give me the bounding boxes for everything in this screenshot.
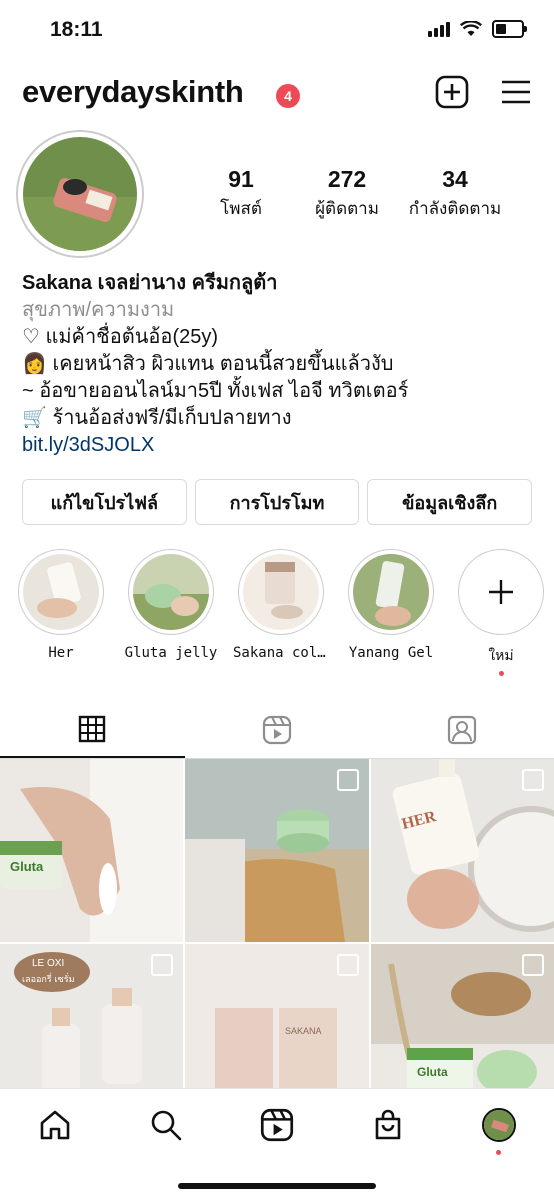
promotions-button[interactable]: การโปรโมท — [194, 479, 360, 525]
stat-following-count: 34 — [442, 166, 468, 192]
grid-icon — [79, 715, 106, 743]
profile-header: everydayskinth 4 — [0, 60, 554, 130]
bio-line: 👩 เคยหน้าสิว ผิวแทน ตอนนี้สวยขึ้นแล้วงับ — [22, 353, 394, 375]
posts-grid: Gluta HER LE OXI เลออกรี่ เซรั่ม SAKANA … — [0, 759, 554, 1127]
notification-badge[interactable]: 4 — [276, 84, 300, 108]
stat-followers-label: ผู้ติดตาม — [315, 199, 379, 218]
highlight-her[interactable]: Her — [18, 549, 104, 676]
highlight-gluta-jelly[interactable]: Gluta jelly — [125, 549, 217, 676]
multi-post-icon — [337, 769, 359, 791]
profile-category: สุขภาพ/ความงาม — [22, 299, 175, 321]
highlight-yanang-cover — [353, 554, 429, 630]
post-thumbnail[interactable] — [185, 759, 369, 942]
nav-profile[interactable] — [479, 1105, 519, 1155]
profile-notification-dot — [495, 1150, 501, 1155]
avatar-photo — [23, 137, 137, 251]
post-thumbnail[interactable]: HER — [371, 759, 554, 942]
multi-post-icon — [151, 954, 173, 976]
reels-icon — [260, 1108, 294, 1142]
highlight-sakana-cover — [243, 554, 319, 630]
highlight-label: ใหม่ — [488, 647, 514, 663]
profile-actions: แก้ไขโปรไฟล์ การโปรโมท ข้อมูลเชิงลึก — [0, 479, 554, 525]
highlight-gluta-jelly-cover — [133, 554, 209, 630]
nav-reels[interactable] — [257, 1105, 297, 1145]
nav-search[interactable] — [146, 1105, 186, 1145]
post-thumbnail[interactable]: Gluta — [0, 759, 183, 942]
insights-button[interactable]: ข้อมูลเชิงลึก — [367, 479, 533, 525]
tab-reels[interactable] — [185, 702, 370, 758]
shopping-bag-icon — [375, 1109, 401, 1140]
signal-icon — [428, 21, 450, 37]
bio-link[interactable]: bit.ly/3dSJOLX — [22, 432, 532, 459]
profile-summary: 91 โพสต์ 272 ผู้ติดตาม 34 กำลังติดตาม — [0, 130, 554, 270]
stat-followers[interactable]: 272 ผู้ติดตาม — [302, 166, 392, 222]
highlight-her-cover — [23, 554, 99, 630]
story-highlights: Her Gluta jelly Sakana colla... Yanang G… — [0, 549, 554, 676]
status-time: 18:11 — [50, 18, 103, 41]
multi-post-icon — [337, 954, 359, 976]
bio-line: ♡ แม่ค้าชื่อต้นอ้อ(25y) — [22, 326, 219, 348]
post-brand-label: Gluta — [10, 859, 44, 874]
post-caption-line: LE OXI — [32, 958, 64, 969]
nav-shop[interactable] — [368, 1105, 408, 1145]
status-bar: 18:11 — [0, 0, 554, 60]
new-highlight-dot — [498, 671, 504, 676]
home-icon — [41, 1110, 70, 1140]
highlight-label: Sakana colla... — [233, 645, 329, 661]
highlight-yanang-gel[interactable]: Yanang Gel — [348, 549, 434, 676]
profile-username[interactable]: everydayskinth — [22, 74, 244, 110]
stat-following[interactable]: 34 กำลังติดตาม — [400, 166, 510, 222]
post-brand-label: Gluta — [417, 1065, 448, 1079]
status-icons — [428, 20, 527, 38]
highlight-label: Gluta jelly — [124, 645, 218, 661]
profile-avatar-small — [481, 1108, 516, 1142]
edit-profile-button[interactable]: แก้ไขโปรไฟล์ — [22, 479, 187, 525]
stat-posts[interactable]: 91 โพสต์ — [210, 166, 272, 222]
wifi-icon — [460, 21, 482, 36]
tagged-icon — [447, 715, 476, 745]
highlight-sakana-collagen[interactable]: Sakana colla... — [233, 549, 329, 676]
tab-tagged[interactable] — [369, 702, 554, 758]
multi-post-icon — [522, 769, 544, 791]
profile-bio: Sakana เจลย่านาง ครีมกลูต้า สุขภาพ/ความง… — [0, 270, 554, 459]
bio-line: 🛒 ร้านอ้อส่งฟรี/มีเก็บปลายทาง — [22, 407, 292, 429]
stat-posts-label: โพสต์ — [220, 199, 262, 218]
stat-followers-count: 272 — [327, 166, 367, 192]
tab-posts-grid[interactable] — [0, 702, 185, 758]
menu-icon[interactable] — [498, 74, 534, 110]
highlight-new[interactable]: ใหม่ — [458, 549, 544, 676]
highlight-label: Her — [48, 645, 74, 661]
home-indicator — [178, 1183, 376, 1189]
stat-following-label: กำลังติดตาม — [408, 199, 502, 218]
add-highlight-icon — [458, 549, 544, 635]
multi-post-icon — [522, 954, 544, 976]
reels-icon — [262, 715, 292, 745]
post-brand-label: SAKANA — [285, 1026, 322, 1036]
profile-tabs — [0, 702, 554, 759]
display-name: Sakana เจลย่านาง ครีมกลูต้า — [22, 272, 278, 294]
profile-avatar[interactable] — [16, 130, 144, 258]
bottom-navigation — [0, 1088, 554, 1201]
search-icon — [151, 1110, 182, 1141]
new-post-icon[interactable] — [434, 74, 470, 110]
stat-posts-count: 91 — [228, 166, 254, 192]
bio-line: ~ อ้อขายออนไลน์มา5ปี ทั้งเฟส ไอจี ทวิตเต… — [22, 380, 409, 402]
battery-icon — [492, 20, 527, 38]
nav-home[interactable] — [35, 1105, 75, 1145]
highlight-label: Yanang Gel — [348, 645, 434, 661]
